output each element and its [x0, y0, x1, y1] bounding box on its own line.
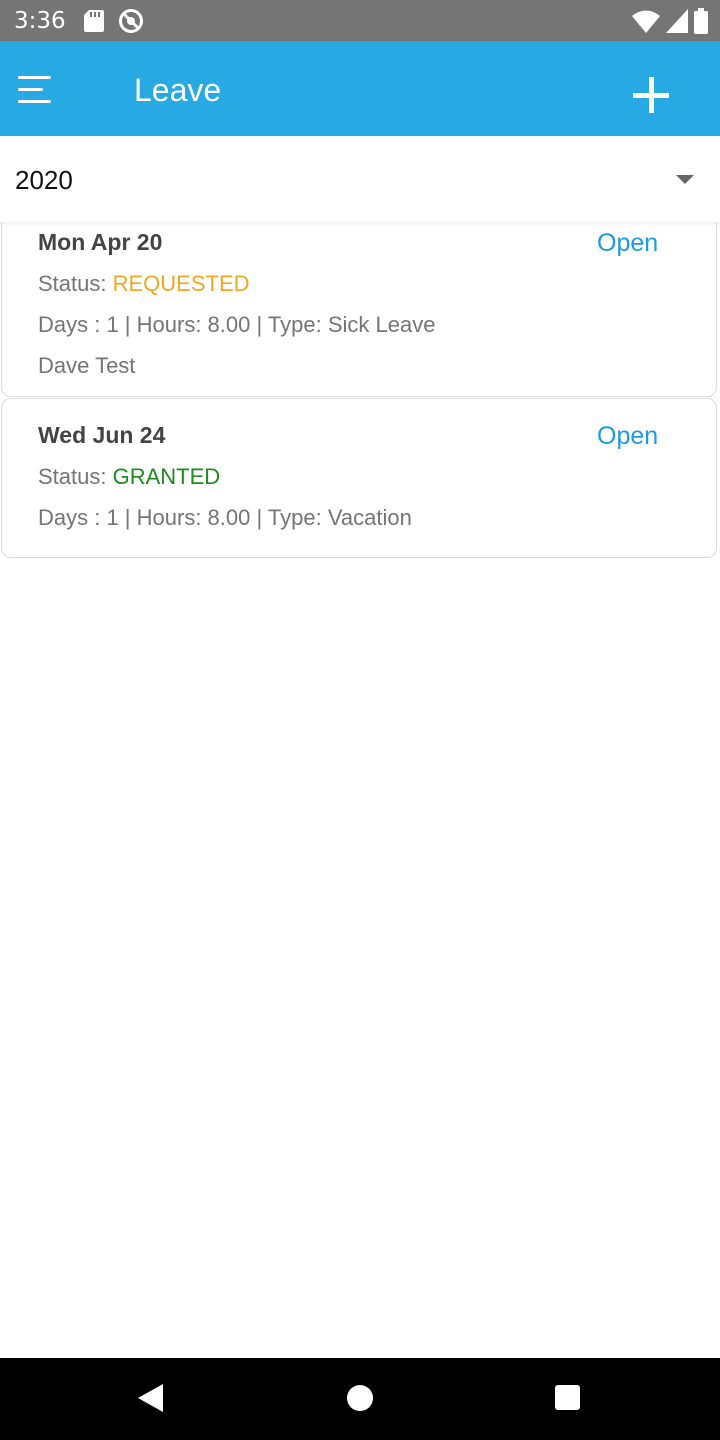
status-badge: GRANTED [112, 464, 221, 489]
leave-details: Days : 1 | Hours: 8.00 | Type: Vacation [38, 505, 412, 530]
signal-icon [666, 9, 688, 38]
chevron-down-icon [676, 175, 694, 184]
status-label: Status: [38, 464, 113, 489]
year-dropdown-value: 2020 [15, 165, 73, 195]
navigation-bar [0, 1358, 720, 1440]
leave-status: Status: REQUESTED [38, 271, 250, 297]
wifi-icon [632, 9, 660, 38]
page-title: Leave [134, 72, 222, 108]
leave-card[interactable]: Wed Jun 24 Open Status: GRANTED Days : 1… [1, 398, 717, 558]
sd-card-icon [84, 10, 104, 37]
add-leave-button[interactable] [630, 74, 672, 116]
back-icon[interactable] [138, 1384, 163, 1412]
employee-name: Dave Test [38, 353, 136, 378]
app-bar: Leave [0, 41, 720, 136]
year-dropdown[interactable]: 2020 [0, 136, 720, 222]
leave-date: Mon Apr 20 [38, 229, 163, 255]
do-not-disturb-icon [118, 8, 144, 39]
status-bar: 3:36 [0, 0, 720, 41]
home-icon[interactable] [347, 1385, 373, 1411]
leave-date: Wed Jun 24 [38, 422, 166, 448]
status-time: 3:36 [14, 8, 66, 34]
menu-icon[interactable] [18, 75, 54, 105]
leave-status: Status: GRANTED [38, 464, 220, 490]
status-label: Status: [38, 271, 113, 296]
open-link[interactable]: Open [597, 422, 658, 451]
recent-apps-icon[interactable] [555, 1385, 580, 1410]
status-badge: REQUESTED [112, 271, 250, 296]
leave-card[interactable]: Mon Apr 20 Open Status: REQUESTED Days :… [1, 212, 717, 397]
leave-details: Days : 1 | Hours: 8.00 | Type: Sick Leav… [38, 312, 436, 337]
open-link[interactable]: Open [597, 229, 658, 258]
battery-icon [694, 8, 708, 39]
